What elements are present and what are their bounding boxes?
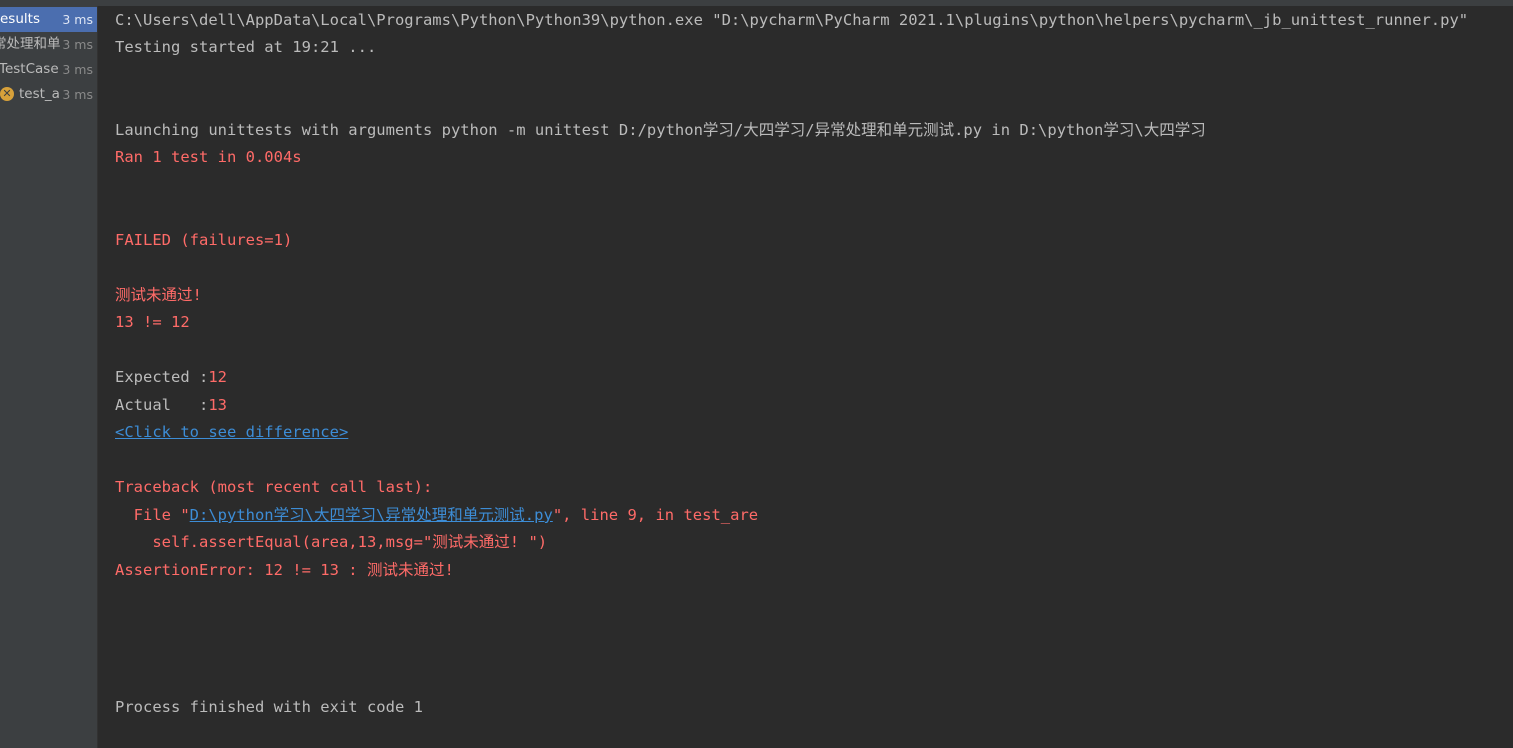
tree-item-label: TestCase xyxy=(0,61,59,77)
traceback-file-line: File "D:\python学习\大四学习\异常处理和单元测试.py", li… xyxy=(115,505,758,525)
duration-label: 3 ms xyxy=(59,7,93,32)
testing-started-line: Testing started at 19:21 ... xyxy=(115,38,377,56)
console-output[interactable]: C:\Users\dell\AppData\Local\Programs\Pyt… xyxy=(98,6,1513,748)
see-difference-link[interactable]: <Click to see difference> xyxy=(115,422,348,442)
process-finished-line: Process finished with exit code 1 xyxy=(115,698,423,716)
expected-line: Expected :12 xyxy=(115,367,227,387)
tree-item-test-results[interactable]: esults 3 ms xyxy=(0,7,97,32)
file-prefix: File " xyxy=(115,506,190,524)
tree-item-label: 常处理和单 xyxy=(0,36,61,52)
expected-value: 12 xyxy=(208,368,227,386)
failed-summary-line: FAILED (failures=1) xyxy=(115,231,293,249)
duration-label: 3 ms xyxy=(62,87,93,102)
failure-message-line: 测试未通过! xyxy=(115,286,202,304)
actual-line: Actual :13 xyxy=(115,395,227,415)
actual-label: Actual : xyxy=(115,396,209,414)
file-suffix: ", line 9, in test_are xyxy=(552,506,759,524)
duration-label: 3 ms xyxy=(62,62,93,77)
tree-item-test-method[interactable]: ✕ test_a 3 ms xyxy=(0,82,97,107)
test-results-tree: esults 3 ms 常处理和单 3 ms TestCase 3 ms ✕ t… xyxy=(0,6,98,748)
launching-line: Launching unittests with arguments pytho… xyxy=(115,121,1206,139)
traceback-header-line: Traceback (most recent call last): xyxy=(115,478,433,496)
file-path-link[interactable]: D:\python学习\大四学习\异常处理和单元测试.py xyxy=(190,506,553,524)
command-line: C:\Users\dell\AppData\Local\Programs\Pyt… xyxy=(115,11,1469,29)
traceback-code-line: self.assertEqual(area,13,msg="测试未通过! ") xyxy=(115,533,548,551)
actual-value: 13 xyxy=(208,396,227,414)
ran-tests-line: Ran 1 test in 0.004s xyxy=(115,148,302,166)
expected-label: Expected : xyxy=(115,368,209,386)
tree-item-label: esults xyxy=(0,11,40,27)
fail-icon: ✕ xyxy=(0,87,14,101)
run-tool-window: esults 3 ms 常处理和单 3 ms TestCase 3 ms ✕ t… xyxy=(0,0,1513,748)
tree-item-label: test_a xyxy=(19,86,60,102)
tree-item-test-module[interactable]: 常处理和单 3 ms xyxy=(0,32,97,57)
duration-label: 3 ms xyxy=(62,37,93,52)
comparison-line: 13 != 12 xyxy=(115,313,190,331)
tree-item-test-case[interactable]: TestCase 3 ms xyxy=(0,57,97,82)
assertion-error-line: AssertionError: 12 != 13 : 测试未通过! xyxy=(115,561,454,579)
